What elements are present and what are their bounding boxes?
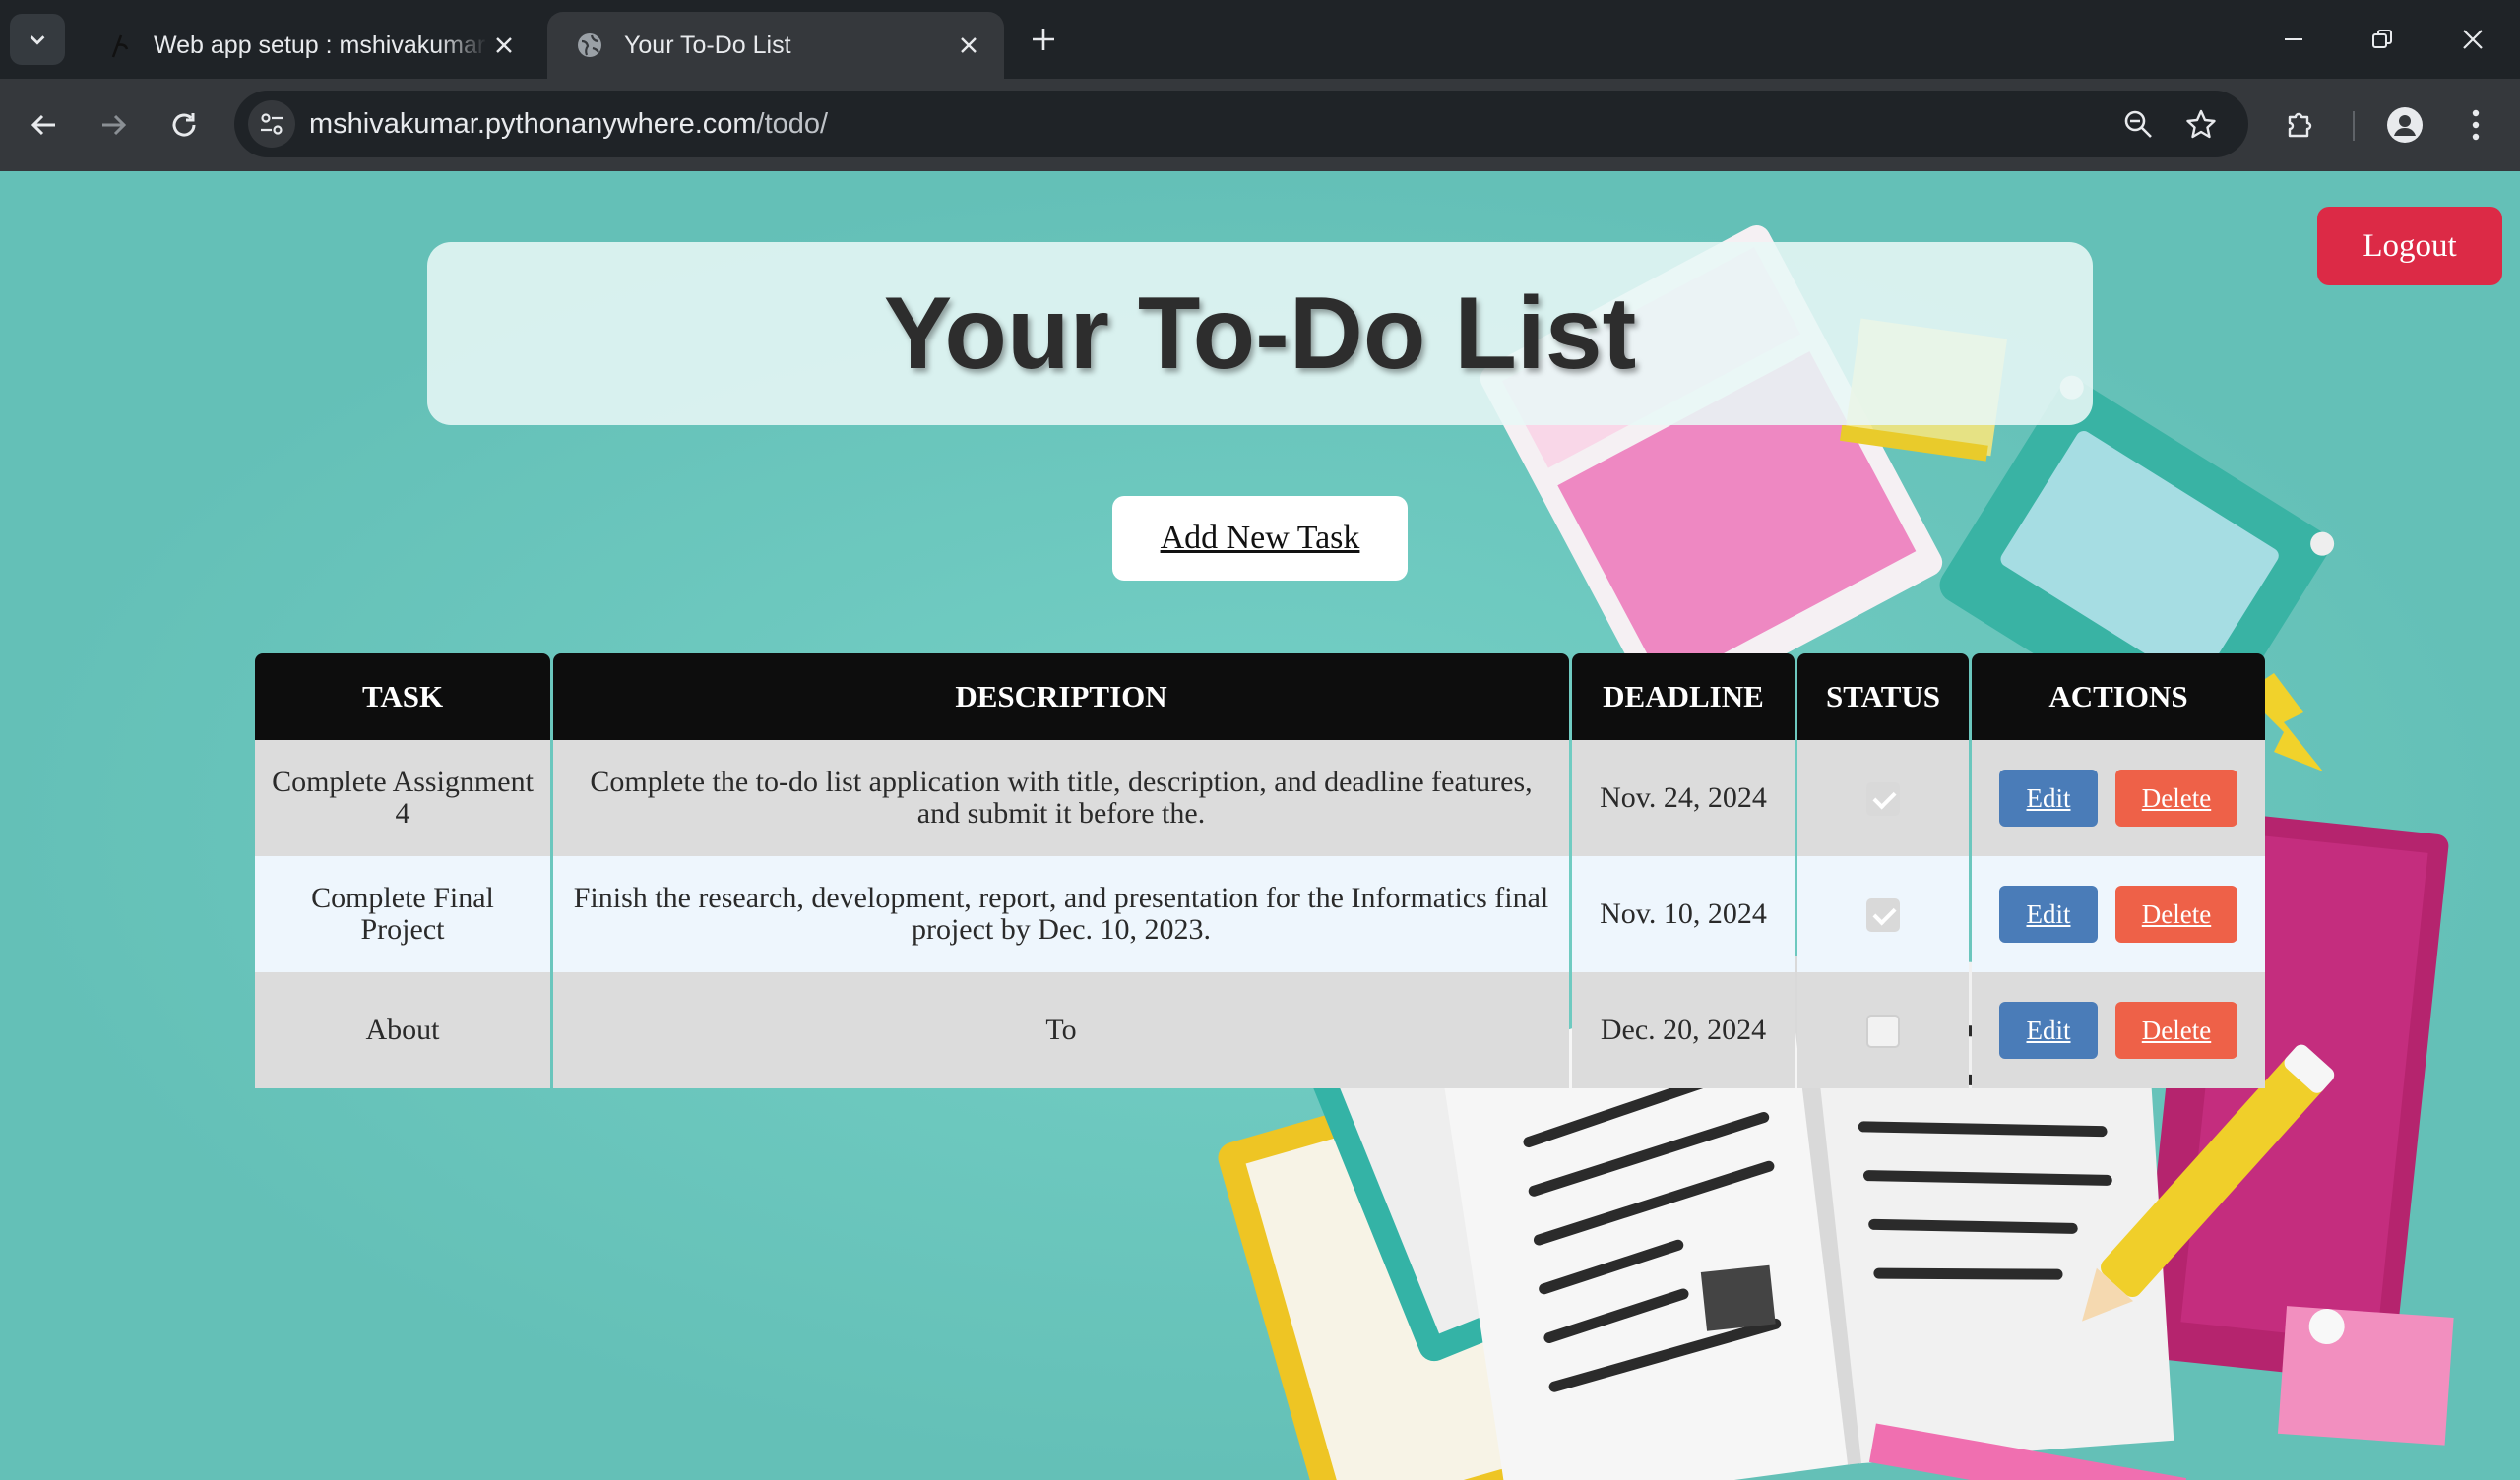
column-header-task: TASK [255, 653, 550, 740]
column-header-deadline: DEADLINE [1572, 653, 1795, 740]
menu-button[interactable] [2451, 100, 2500, 150]
column-header-status: STATUS [1797, 653, 1969, 740]
task-title: Complete Assignment 4 [255, 740, 550, 856]
avatar-icon [2387, 107, 2423, 143]
new-tab-button[interactable] [1024, 20, 1063, 59]
actions-cell: Edit Delete [1972, 972, 2265, 1088]
delete-button[interactable]: Delete [2115, 1002, 2237, 1059]
close-tab-icon[interactable] [953, 30, 984, 61]
task-description: To [553, 972, 1569, 1088]
status-checkbox[interactable] [1866, 1014, 1900, 1048]
table-row: Complete Assignment 4 Complete the to-do… [255, 740, 2265, 856]
actions-cell: Edit Delete [1972, 740, 2265, 856]
forward-button[interactable] [89, 100, 138, 150]
tab-title: Web app setup : mshivakumar : PythonAnyw… [154, 31, 488, 59]
task-description: Complete the to-do list application with… [553, 740, 1569, 856]
close-tab-icon[interactable] [488, 30, 520, 61]
arrow-right-icon [102, 114, 127, 136]
reload-icon [172, 113, 196, 137]
tab-todo-list[interactable]: Your To-Do List [547, 12, 1004, 79]
task-title: Complete Final Project [255, 856, 550, 972]
delete-button[interactable]: Delete [2115, 886, 2237, 943]
minimize-button[interactable] [2272, 18, 2315, 61]
close-icon [2463, 30, 2483, 49]
globe-icon [575, 31, 604, 60]
edit-button[interactable]: Edit [1999, 886, 2098, 943]
star-icon [2186, 109, 2216, 139]
tab-title: Your To-Do List [624, 31, 791, 59]
add-new-task-button[interactable]: Add New Task [1112, 496, 1408, 581]
browser-toolbar: mshivakumar.pythonanywhere.com/todo/ [0, 79, 2520, 171]
table-header-row: TASK DESCRIPTION DEADLINE STATUS ACTIONS [255, 653, 2265, 740]
page-header: Your To-Do List [427, 242, 2093, 425]
actions-cell: Edit Delete [1972, 856, 2265, 972]
edit-button[interactable]: Edit [1999, 1002, 2098, 1059]
tab-web-app-setup[interactable]: Web app setup : mshivakumar : PythonAnyw… [77, 12, 539, 79]
table-row: Complete Final Project Finish the resear… [255, 856, 2265, 972]
bookmark-button[interactable] [2181, 104, 2221, 144]
back-button[interactable] [20, 100, 69, 150]
column-header-description: DESCRIPTION [553, 653, 1569, 740]
task-deadline: Nov. 24, 2024 [1572, 740, 1795, 856]
task-description: Finish the research, development, report… [553, 856, 1569, 972]
url-host: mshivakumar.pythonanywhere.com [309, 108, 757, 140]
address-bar[interactable]: mshivakumar.pythonanywhere.com/todo/ [234, 91, 2248, 157]
close-window-button[interactable] [2451, 18, 2494, 61]
tab-search-button[interactable] [10, 14, 65, 65]
task-title: About [255, 972, 550, 1088]
todo-table: TASK DESCRIPTION DEADLINE STATUS ACTIONS… [252, 653, 2268, 1088]
delete-button[interactable]: Delete [2115, 770, 2237, 827]
url-text[interactable]: mshivakumar.pythonanywhere.com/todo/ [309, 91, 828, 157]
page-viewport: Logout Your To-Do List Add New Task TASK… [0, 171, 2520, 1480]
status-cell [1797, 972, 1969, 1088]
zoom-button[interactable] [2118, 104, 2158, 144]
chevron-down-icon [30, 35, 45, 45]
restore-icon [2372, 30, 2392, 48]
profile-button[interactable] [2380, 100, 2429, 150]
column-header-actions: ACTIONS [1972, 653, 2265, 740]
logout-button[interactable]: Logout [2317, 207, 2502, 285]
status-checkbox[interactable] [1866, 781, 1900, 816]
zoom-out-icon [2124, 110, 2152, 138]
task-deadline: Nov. 10, 2024 [1572, 856, 1795, 972]
puzzle-icon [2288, 112, 2312, 138]
plus-icon [1033, 29, 1054, 50]
pythonanywhere-favicon-icon [104, 31, 134, 60]
tab-strip: Web app setup : mshivakumar : PythonAnyw… [0, 0, 2520, 79]
table-row: About To Dec. 20, 2024 Edit Delete [255, 972, 2265, 1088]
url-path: /todo/ [756, 108, 829, 140]
arrow-left-icon [31, 114, 55, 136]
extensions-button[interactable] [2276, 100, 2325, 150]
toolbar-divider [2353, 111, 2355, 141]
tune-icon [261, 113, 283, 135]
minimize-icon [2285, 38, 2302, 40]
status-cell [1797, 856, 1969, 972]
edit-button[interactable]: Edit [1999, 770, 2098, 827]
status-cell [1797, 740, 1969, 856]
restore-button[interactable] [2361, 18, 2404, 61]
more-vertical-icon [2472, 109, 2480, 141]
site-info-button[interactable] [248, 100, 295, 148]
reload-button[interactable] [159, 100, 209, 150]
status-checkbox[interactable] [1866, 897, 1900, 932]
task-deadline: Dec. 20, 2024 [1572, 972, 1795, 1088]
page-title: Your To-Do List [883, 276, 1637, 391]
